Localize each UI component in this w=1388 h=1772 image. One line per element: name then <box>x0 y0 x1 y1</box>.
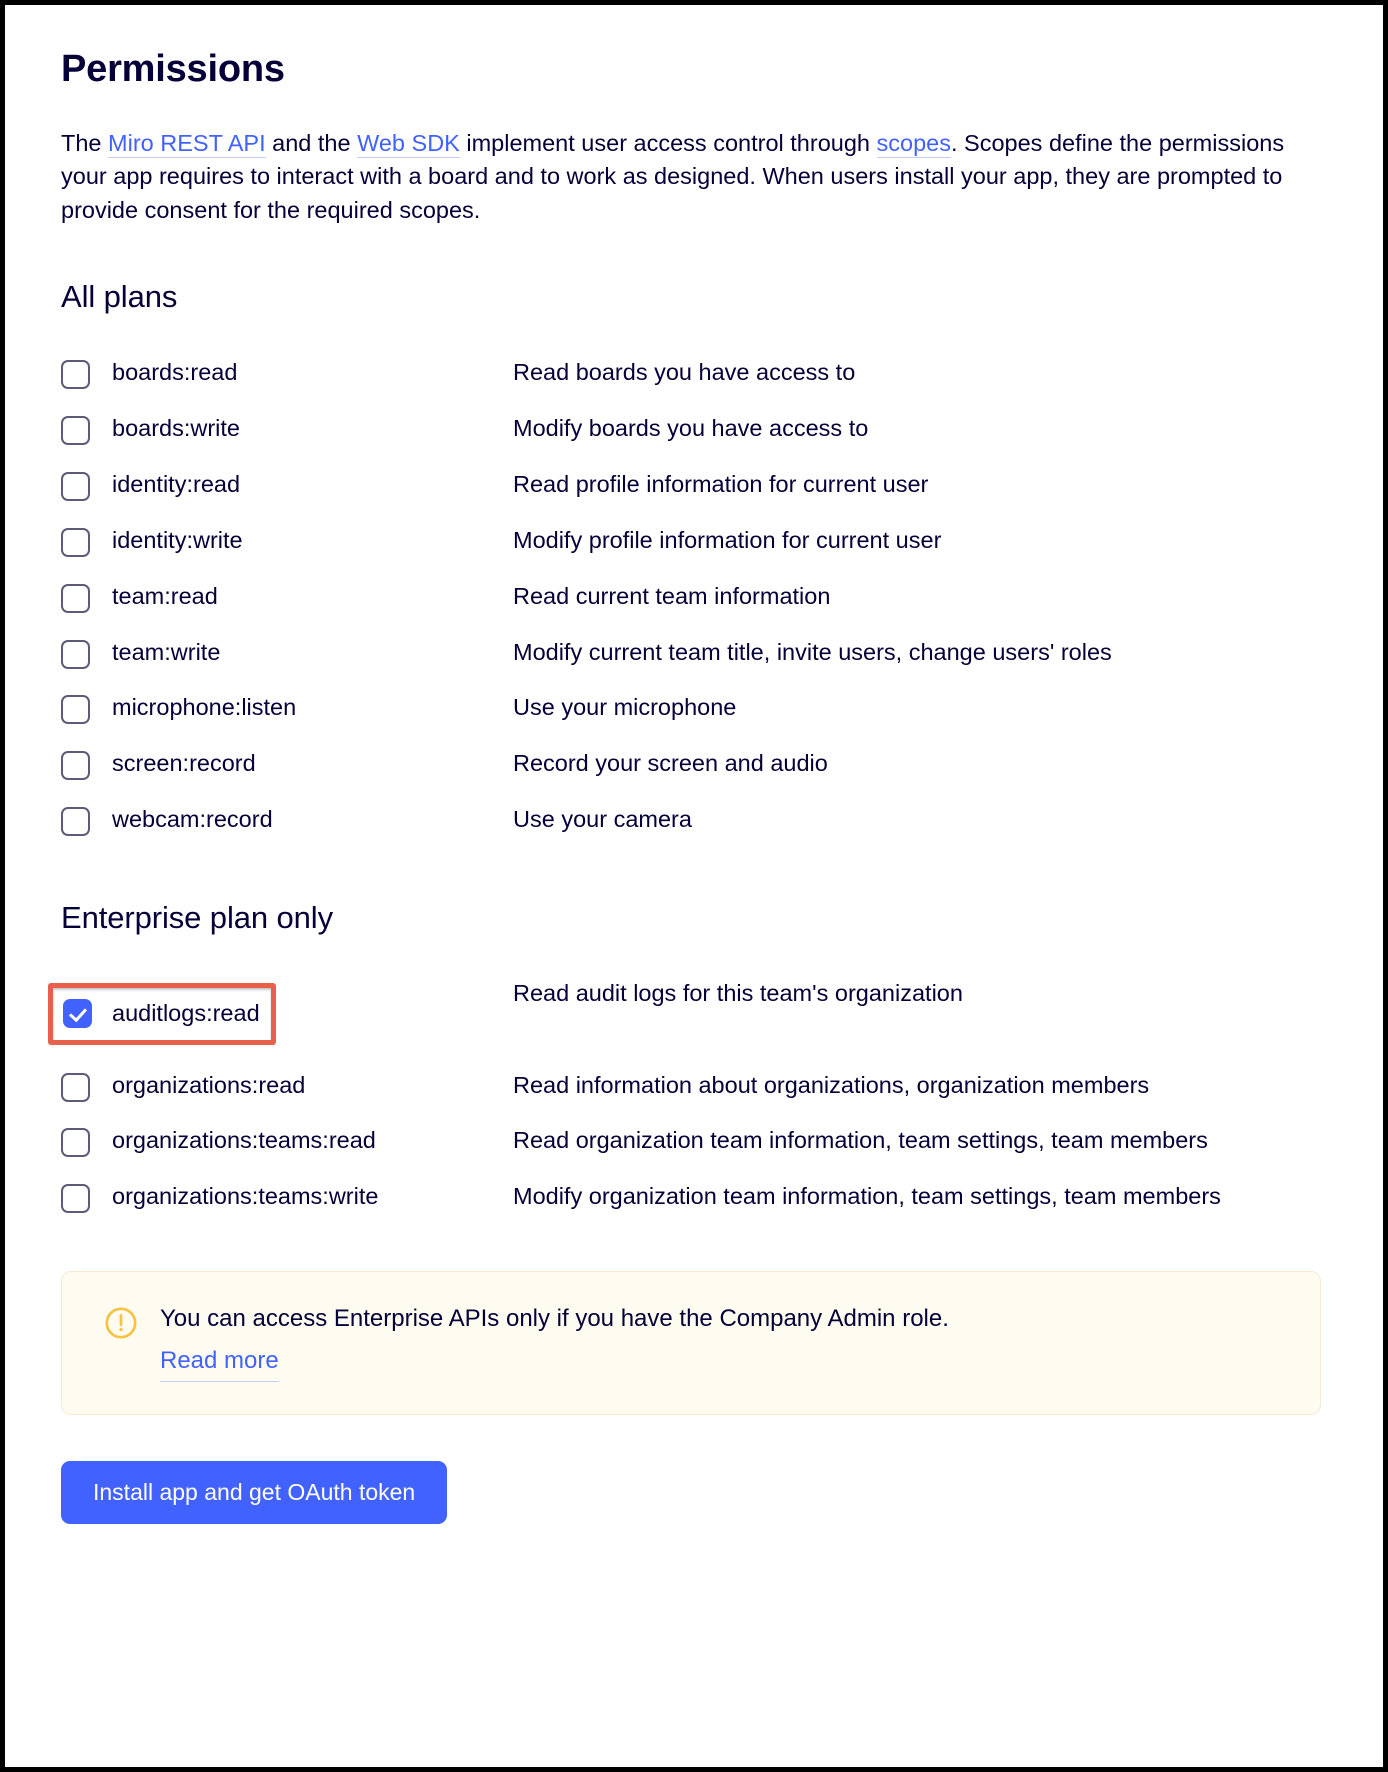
scope-checkbox-group: organizations:teams:read <box>61 1124 376 1158</box>
scope-description: Read current team information <box>513 582 831 609</box>
warning-circle-icon <box>105 1307 137 1339</box>
scope-checkbox[interactable] <box>61 583 90 613</box>
scope-description: Use your microphone <box>513 694 737 721</box>
scope-checkbox-group: microphone:listen <box>61 691 296 725</box>
intro-text-3: implement user access control through <box>459 129 877 156</box>
scope-row: team:read Read current team information <box>61 569 1331 625</box>
scope-name-cell: team:read <box>61 569 513 625</box>
scope-table: auditlogs:read Read audit logs for this t… <box>48 966 1331 1225</box>
scope-checkbox-group: screen:record <box>61 747 256 781</box>
scope-checkbox-group: boards:write <box>61 412 240 446</box>
scope-checkbox[interactable] <box>61 416 90 446</box>
scope-description: Record your screen and audio <box>513 750 828 777</box>
scope-label[interactable]: webcam:record <box>112 803 273 837</box>
scope-label[interactable]: auditlogs:read <box>112 997 260 1031</box>
scope-row: organizations:teams:write Modify organiza… <box>61 1169 1331 1225</box>
scope-name-cell: team:write <box>61 625 513 681</box>
scope-description: Modify organization team information, te… <box>513 1183 1221 1210</box>
scope-name-cell: organizations:teams:read <box>61 1113 513 1169</box>
read-more-link[interactable]: Read more <box>160 1344 279 1382</box>
callout-text: You can access Enterprise APIs only if y… <box>160 1305 949 1333</box>
scope-checkbox[interactable] <box>61 472 90 502</box>
scope-checkbox[interactable] <box>61 1184 90 1214</box>
scope-label[interactable]: organizations:read <box>112 1069 305 1103</box>
scope-checkbox-group: organizations:read <box>61 1069 305 1103</box>
scope-label[interactable]: microphone:listen <box>112 691 296 725</box>
scope-row: microphone:listen Use your microphone <box>61 680 1331 736</box>
miro-rest-api-link[interactable]: Miro REST API <box>108 129 266 158</box>
scope-checkbox[interactable] <box>61 1072 90 1102</box>
web-sdk-link[interactable]: Web SDK <box>357 129 460 158</box>
scope-checkbox-group: identity:read <box>61 468 240 502</box>
scope-checkbox[interactable] <box>63 999 92 1029</box>
highlight-box: auditlogs:read <box>48 982 276 1045</box>
scope-checkbox-group: identity:write <box>61 524 243 558</box>
screenshot-frame: Permissions The Miro REST API and the We… <box>0 0 1388 1772</box>
scope-description: Read organization team information, team… <box>513 1127 1208 1154</box>
scope-name-cell: organizations:teams:write <box>61 1169 513 1225</box>
scope-name-cell: webcam:record <box>61 792 513 848</box>
scope-description: Read boards you have access to <box>513 359 856 386</box>
scope-row: identity:write Modify profile information… <box>61 513 1331 569</box>
scope-name-cell: identity:read <box>61 457 513 513</box>
permissions-page: Permissions The Miro REST API and the We… <box>5 5 1383 1524</box>
section-heading: All plans <box>61 279 178 315</box>
scope-checkbox-group: team:read <box>61 580 218 614</box>
scope-table: boards:read Read boards you have access t… <box>61 345 1331 847</box>
scope-description: Modify profile information for current u… <box>513 526 942 553</box>
scope-row: screen:record Record your screen and audi… <box>61 736 1331 792</box>
scope-name-cell: microphone:listen <box>61 680 513 736</box>
scope-description: Modify boards you have access to <box>513 415 869 442</box>
scope-name-cell: auditlogs:read <box>48 966 513 1058</box>
scope-checkbox-group: boards:read <box>61 356 237 390</box>
scope-checkbox-group: team:write <box>61 636 220 670</box>
scope-checkbox[interactable] <box>61 1128 90 1158</box>
scope-label[interactable]: team:read <box>112 580 218 614</box>
scope-label[interactable]: organizations:teams:write <box>112 1180 378 1214</box>
scope-row: boards:read Read boards you have access t… <box>61 345 1331 401</box>
page-title: Permissions <box>61 48 285 90</box>
scope-row: organizations:teams:read Read organizatio… <box>61 1113 1331 1169</box>
scope-name-cell: boards:write <box>61 401 513 457</box>
scope-label[interactable]: organizations:teams:read <box>112 1124 376 1158</box>
scope-row: auditlogs:read Read audit logs for this t… <box>48 966 1331 1058</box>
scope-description: Modify current team title, invite users,… <box>513 638 1112 665</box>
scope-checkbox-group: webcam:record <box>61 803 273 837</box>
intro-text-1: The <box>61 129 109 156</box>
scope-checkbox[interactable] <box>61 527 90 557</box>
scope-description: Read profile information for current use… <box>513 471 929 498</box>
scope-description: Read information about organizations, or… <box>513 1071 1150 1098</box>
scopes-link[interactable]: scopes <box>876 129 951 158</box>
scope-name-cell: organizations:read <box>61 1058 513 1114</box>
scope-label[interactable]: identity:read <box>112 468 240 502</box>
scope-label[interactable]: screen:record <box>112 747 256 781</box>
scope-checkbox[interactable] <box>61 751 90 781</box>
scope-label[interactable]: boards:read <box>112 356 237 390</box>
callout-body: You can access Enterprise APIs only if y… <box>160 1302 949 1382</box>
scope-name-cell: screen:record <box>61 736 513 792</box>
scope-label[interactable]: identity:write <box>112 524 243 558</box>
scope-row: webcam:record Use your camera <box>61 792 1331 848</box>
scope-row: organizations:read Read information about… <box>61 1058 1331 1114</box>
scope-description: Use your camera <box>513 806 692 832</box>
scope-row: identity:read Read profile information fo… <box>61 457 1331 513</box>
scope-row: team:write Modify current team title, inv… <box>61 625 1331 681</box>
scope-row: boards:write Modify boards you have acces… <box>61 401 1331 457</box>
scope-name-cell: boards:read <box>61 345 513 401</box>
scope-description: Read audit logs for this team's organiza… <box>513 979 963 1006</box>
scope-name-cell: identity:write <box>61 513 513 569</box>
enterprise-admin-callout: You can access Enterprise APIs only if y… <box>61 1271 1321 1415</box>
scope-checkbox[interactable] <box>61 639 90 669</box>
intro-paragraph: The Miro REST API and the Web SDK implem… <box>61 127 1309 228</box>
scope-checkbox-group: organizations:teams:write <box>61 1180 378 1214</box>
scope-checkbox[interactable] <box>61 695 90 725</box>
scope-checkbox[interactable] <box>61 807 90 836</box>
permission-sections: All plans boards:read Read boards you have… <box>48 279 1331 1225</box>
section-heading: Enterprise plan only <box>61 899 333 935</box>
intro-text-2: and the <box>265 129 358 156</box>
scope-label[interactable]: team:write <box>112 636 220 670</box>
scope-label[interactable]: boards:write <box>112 412 240 446</box>
scope-checkbox[interactable] <box>61 360 90 390</box>
install-app-button[interactable]: Install app and get OAuth token <box>61 1460 448 1524</box>
